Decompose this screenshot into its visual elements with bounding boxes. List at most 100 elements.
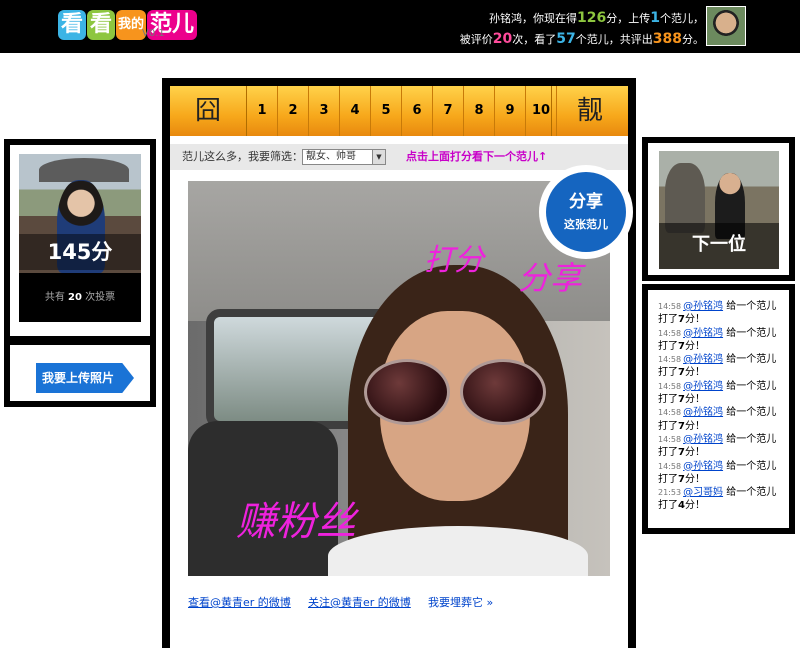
filter-dropdown[interactable]: 靓女、帅哥 ▼ [302, 149, 386, 165]
site-logo[interactable]: 看 看 我的 范儿 [58, 7, 198, 43]
feed-user-link[interactable]: @孙铭鸿 [683, 354, 723, 365]
version-label: V0.1 [142, 28, 165, 39]
previous-score: 145分 [47, 240, 113, 264]
feed-suffix: 分！ [684, 314, 705, 326]
avatar[interactable] [706, 6, 746, 46]
share-badge-inner: 分享 这张范儿 [546, 172, 626, 252]
feed-user-link[interactable]: @孙铭鸿 [683, 381, 723, 392]
list-item: 14:58 @孙铭鸿 给一个范儿打了7分！ [658, 433, 786, 460]
upload-count: 1 [650, 10, 660, 26]
score-button-5[interactable]: 5 [371, 86, 402, 136]
view-weibo-link[interactable]: 查看@黄青er 的微博 [188, 594, 291, 610]
stats-text: 分，上传 [606, 12, 651, 25]
score-button-2[interactable]: 2 [278, 86, 309, 136]
stats-text: 个范儿，共评出 [575, 33, 653, 46]
score-button-8[interactable]: 8 [464, 86, 495, 136]
upload-panel: 我要上传照片 [4, 339, 156, 407]
feed-suffix: 分！ [684, 394, 705, 406]
activity-feed: 14:58 @孙铭鸿 给一个范儿打了7分！ 14:58 @孙铭鸿 给一个范儿打了7分… [658, 300, 786, 513]
feed-suffix: 分！ [684, 473, 705, 485]
stats-text: 个范儿， [660, 12, 704, 25]
sunglasses-shape [364, 359, 546, 427]
activity-feed-panel: 14:58 @孙铭鸿 给一个范儿打了7分！ 14:58 @孙铭鸿 给一个范儿打了7分… [642, 284, 795, 534]
user-score: 126 [577, 10, 607, 26]
feed-suffix: 分！ [684, 447, 705, 459]
follow-weibo-link[interactable]: 关注@黄青er 的微博 [308, 594, 411, 610]
rating-bar: 囧 1 2 3 4 5 6 7 8 9 10 靓 [170, 86, 628, 136]
score-button-7[interactable]: 7 [433, 86, 464, 136]
feed-time: 14:58 [658, 302, 682, 311]
share-label-2: 这张范儿 [564, 218, 608, 231]
main-photo[interactable]: 打分 分享 赚粉丝 [188, 181, 610, 576]
good-label: 靓 [551, 86, 628, 136]
previous-item-panel: 145分 共有 20 次投票 [4, 139, 156, 342]
annotation-fans: 赚粉丝 [236, 499, 356, 545]
vote-count-bar: 共有 20 次投票 [19, 273, 141, 322]
list-item: 14:58 @孙铭鸿 给一个范儿打了7分！ [658, 460, 786, 487]
logo-word-2: 看 [87, 10, 116, 40]
score-button-1[interactable]: 1 [247, 86, 278, 136]
share-button[interactable]: 分享 这张范儿 [539, 165, 633, 259]
score-button-4[interactable]: 4 [340, 86, 371, 136]
feed-score: 7 [678, 473, 685, 485]
feed-time: 14:58 [658, 381, 682, 391]
stats-text: ，你现在得 [522, 12, 578, 25]
umbrella-shape [39, 158, 129, 182]
list-item: 14:58 @孙铭鸿 给一个范儿打了7分！ [658, 327, 786, 354]
feed-score: 7 [678, 340, 685, 352]
annotation-share: 分享 [518, 259, 583, 297]
given-score: 388 [652, 31, 682, 47]
list-item: 14:58 @孙铭鸿 给一个范儿打了7分！ [658, 380, 786, 407]
vote-prefix: 共有 [44, 292, 65, 303]
feed-time: 14:58 [658, 461, 682, 471]
viewed-count: 57 [556, 31, 576, 47]
feed-suffix: 分！ [684, 367, 705, 379]
annotation-score: 打分 [424, 243, 484, 278]
feed-user-link[interactable]: @孙铭鸿 [683, 301, 723, 312]
feed-user-link[interactable]: @孙铭鸿 [683, 328, 723, 339]
score-button-9[interactable]: 9 [495, 86, 526, 136]
feed-user-link[interactable]: @孙铭鸿 [683, 461, 723, 472]
feed-score: 7 [678, 447, 685, 459]
filter-selected: 靓女、帅哥 [306, 151, 356, 162]
feed-score: 7 [678, 314, 685, 326]
list-item: 14:58 @孙铭鸿 给一个范儿打了7分！ [658, 406, 786, 433]
logo-word-1: 看 [58, 10, 87, 40]
chevron-down-icon[interactable]: ▼ [372, 150, 385, 164]
bad-label: 囧 [170, 86, 247, 136]
feed-time: 14:58 [658, 328, 682, 338]
user-stats-line-2: 被评价20次，看了57个范儿，共评出388分。 [460, 29, 704, 50]
feed-suffix: 分！ [684, 500, 705, 512]
feed-score: 7 [678, 394, 685, 406]
feed-suffix: 分！ [684, 340, 705, 352]
lens-left [364, 359, 450, 425]
feed-score: 7 [678, 420, 685, 432]
list-item: 14:58 @孙铭鸿 给一个范儿打了7分！ [658, 353, 786, 380]
share-label-1: 分享 [569, 192, 603, 212]
feed-time: 14:58 [658, 355, 682, 365]
vote-suffix: 次投票 [85, 292, 116, 303]
filter-hint: 点击上面打分看下一个范儿↑ [406, 150, 548, 163]
stats-text: 被评价 [459, 33, 493, 46]
score-button-6[interactable]: 6 [402, 86, 433, 136]
user-name: 孙铭鸿 [489, 12, 523, 25]
filter-label: 范儿这么多，我要筛选： [182, 150, 303, 163]
next-button[interactable]: 下一位 [659, 227, 779, 263]
main-panel: 囧 1 2 3 4 5 6 7 8 9 10 靓 范儿这么多，我要筛选： 靓女、… [162, 78, 636, 648]
feed-user-link[interactable]: @孙铭鸿 [683, 407, 723, 418]
score-button-3[interactable]: 3 [309, 86, 340, 136]
feed-user-link[interactable]: @孙铭鸿 [683, 434, 723, 445]
top-bar: 看 看 我的 范儿 V0.1 孙铭鸿，你现在得126分，上传1个范儿， 被评价2… [0, 0, 800, 53]
list-item: 14:58 @孙铭鸿 给一个范儿打了7分！ [658, 300, 786, 327]
next-item-panel: 下一位 [642, 137, 795, 281]
feed-score: 4 [678, 500, 685, 512]
vote-count: 20 [68, 292, 82, 303]
list-item: 21:53 @习哥妈 给一个范儿打了4分！ [658, 486, 786, 513]
stats-text: 分。 [682, 33, 704, 46]
upload-photo-button[interactable]: 我要上传照片 [36, 363, 134, 393]
filter-row: 范儿这么多，我要筛选： 靓女、帅哥 ▼ 点击上面打分看下一个范儿↑ [170, 144, 628, 170]
feed-score: 7 [678, 367, 685, 379]
bury-link[interactable]: 我要埋葬它 » [428, 594, 493, 610]
stats-text: 次，看了 [512, 33, 557, 46]
feed-user-link[interactable]: @习哥妈 [683, 487, 723, 498]
